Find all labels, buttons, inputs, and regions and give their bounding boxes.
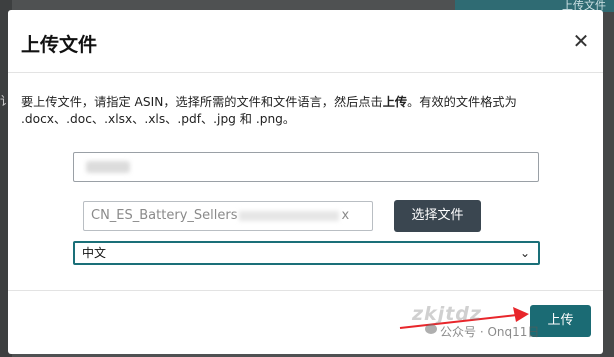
language-select[interactable]: 中文 ⌄ — [73, 241, 540, 265]
wechat-icon — [425, 324, 437, 334]
header-divider — [8, 72, 603, 73]
watermark-account: 公众号 · Onq11日 — [440, 325, 540, 339]
redacted-asin-value — [86, 161, 130, 173]
instructions-text: 要上传文件，请指定 ASIN，选择所需的文件和文件语言，然后点击上传。有效的文件… — [21, 95, 517, 126]
asin-input[interactable] — [73, 152, 539, 182]
close-icon[interactable]: ✕ — [570, 30, 592, 52]
redacted-filename — [239, 210, 340, 221]
footer-divider — [8, 290, 603, 291]
language-selected-value: 中文 — [82, 246, 107, 260]
chevron-down-icon: ⌄ — [519, 246, 530, 260]
watermark: zkjtdz — [412, 303, 482, 325]
dialog-title: 上传文件 — [21, 34, 98, 56]
choose-file-button[interactable]: 选择文件 — [394, 200, 481, 232]
selected-file-field: CN_ES_Battery_Sellers x — [83, 201, 373, 231]
